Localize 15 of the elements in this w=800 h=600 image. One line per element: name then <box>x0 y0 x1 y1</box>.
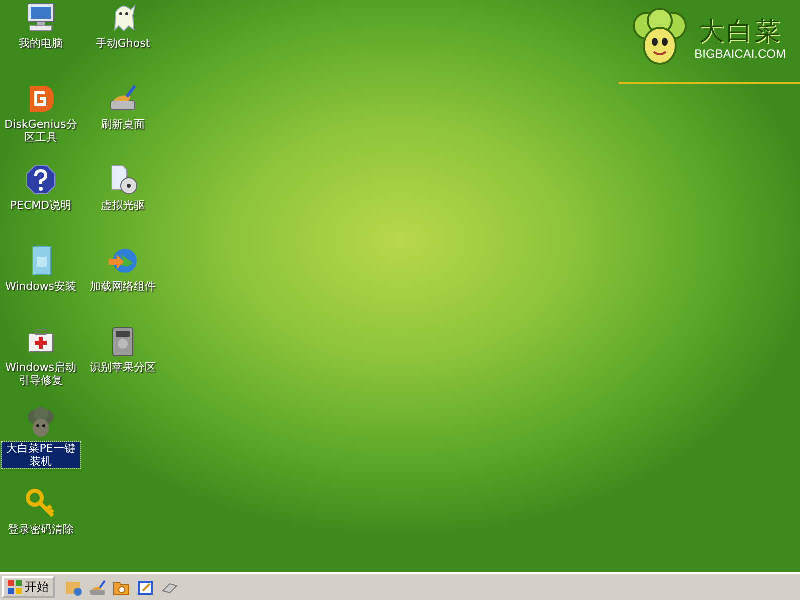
logo-url: BIGBAICAI.COM <box>694 47 786 61</box>
icon-label[interactable]: 识别苹果分区 <box>84 361 162 374</box>
icon-label[interactable]: Windows安装 <box>2 280 80 293</box>
icon-label[interactable]: DiskGenius分区工具 <box>2 118 80 144</box>
logo-title: 大白菜 <box>698 17 782 47</box>
icon-label[interactable]: 登录密码清除 <box>2 523 80 536</box>
start-button[interactable]: 开始 <box>2 576 55 598</box>
icon-label[interactable]: 虚拟光驱 <box>84 199 162 212</box>
icon-label[interactable]: 刷新桌面 <box>84 118 162 131</box>
icon-label[interactable]: 我的电脑 <box>2 37 80 50</box>
icon-label[interactable]: Windows启动引导修复 <box>2 361 80 387</box>
icon-label[interactable]: 大白菜PE一键装机 <box>2 442 80 468</box>
icon-label[interactable]: PECMD说明 <box>2 199 80 212</box>
icon-label[interactable]: 加载网络组件 <box>84 280 162 293</box>
icon-label[interactable]: 手动Ghost <box>84 37 162 50</box>
